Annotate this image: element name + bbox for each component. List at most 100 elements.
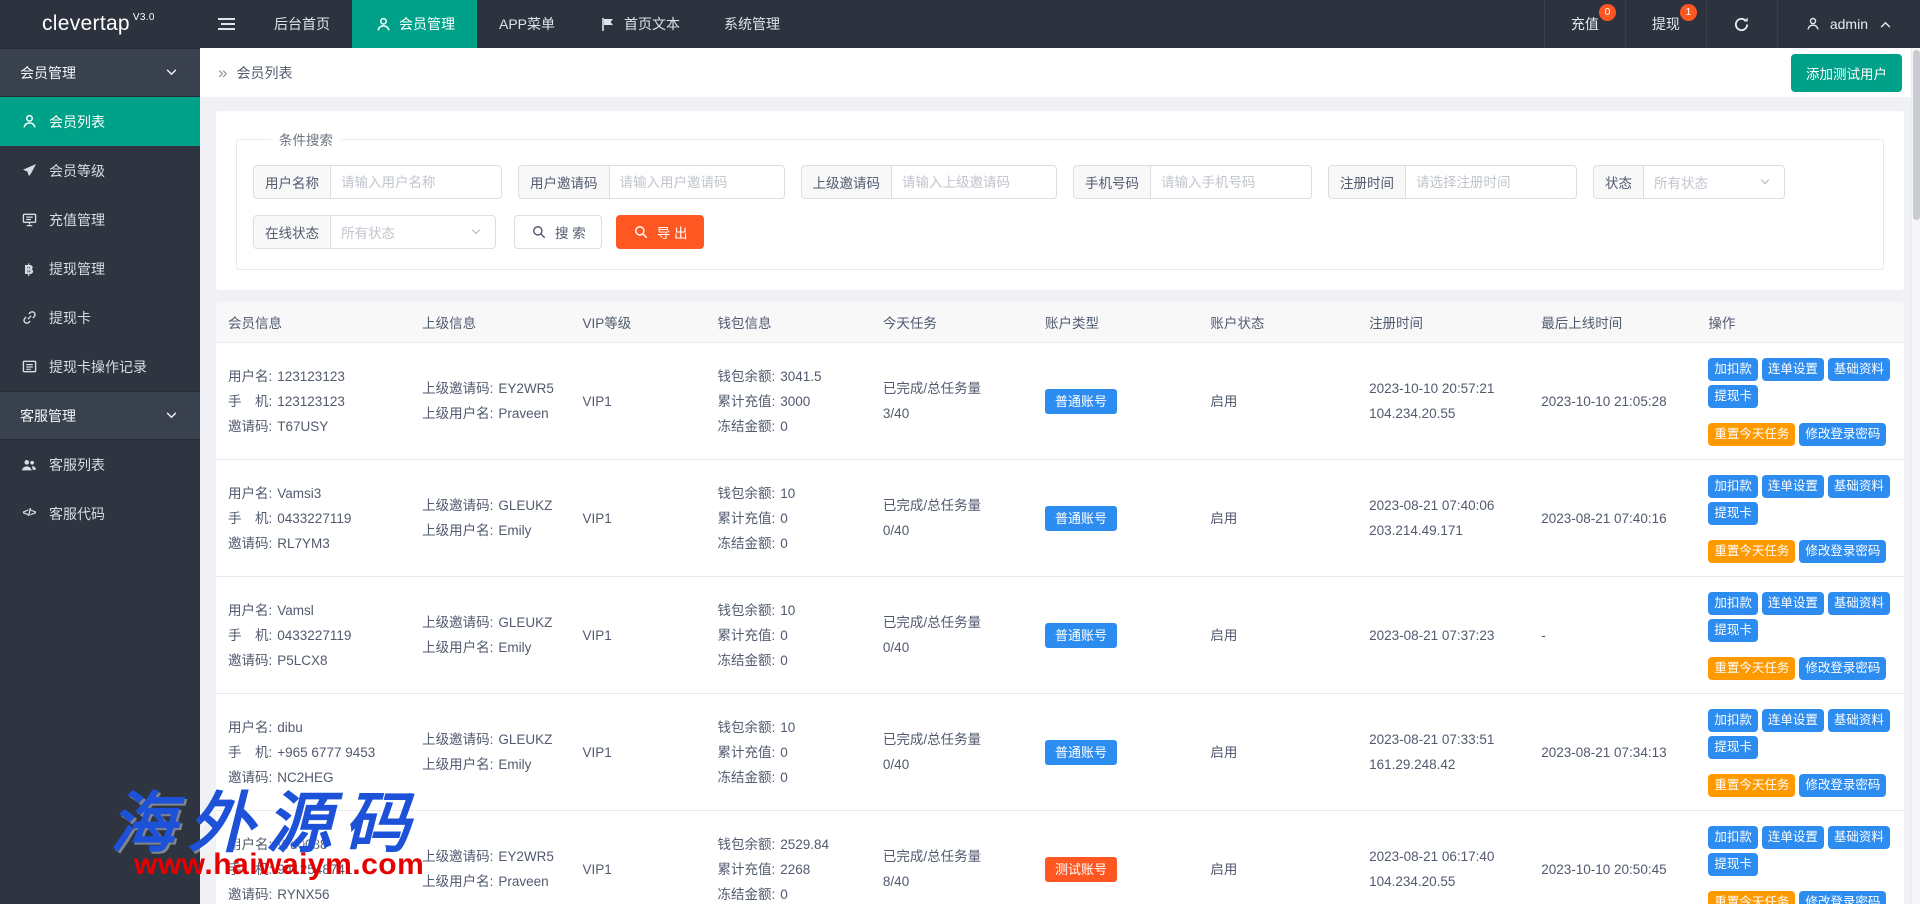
row-action-button[interactable]: 基础资料 [1828, 592, 1890, 615]
search-icon [530, 225, 548, 239]
row-action-button[interactable]: 加扣款 [1708, 475, 1758, 498]
row-action-button[interactable]: 重置今天任务 [1708, 891, 1795, 904]
nav-item-members[interactable]: 会员管理 [352, 0, 477, 48]
parent-invite-code-input[interactable] [891, 165, 1057, 199]
row-action-button[interactable]: 修改登录密码 [1799, 657, 1886, 680]
flag-icon [599, 17, 617, 32]
frozen-amount: 0 [780, 653, 788, 668]
row-action-button[interactable]: 连单设置 [1762, 475, 1824, 498]
row-action-button[interactable]: 基础资料 [1828, 826, 1890, 849]
nav-item-app-menu[interactable]: APP菜单 [477, 0, 577, 48]
main-area: » 会员列表 添加测试用户 条件搜索 用户名称 用户邀请码 上级邀请 [200, 48, 1920, 904]
refresh-button[interactable] [1706, 0, 1777, 48]
wallet-balance: 2529.84 [780, 837, 829, 852]
sidebar-group-support[interactable]: 客服管理 [0, 391, 200, 440]
user-invite-code-input[interactable] [609, 165, 785, 199]
account-status-cell: 启用 [1198, 577, 1357, 694]
row-action-button[interactable]: 基础资料 [1828, 358, 1890, 381]
username-input[interactable] [330, 165, 502, 199]
parent-info-cell: 上级邀请码:EY2WR5 上级用户名:Praveen [410, 811, 570, 904]
withdraw-notification[interactable]: 提现 1 [1625, 0, 1706, 48]
account-type-badge: 普通账号 [1045, 389, 1117, 414]
row-action-button[interactable]: 提现卡 [1708, 385, 1758, 408]
main-menu: 后台首页 会员管理 APP菜单 首页文本 系统管理 [252, 0, 802, 48]
scrollbar-thumb[interactable] [1913, 50, 1920, 220]
register-time: 2023-08-21 07:33:51 [1369, 727, 1517, 752]
row-action-button[interactable]: 连单设置 [1762, 826, 1824, 849]
row-action-button[interactable]: 基础资料 [1828, 475, 1890, 498]
nav-item-dashboard[interactable]: 后台首页 [252, 0, 352, 48]
last-online-time: - [1541, 628, 1546, 643]
table-row: 用户名:123123123 手 机:123123123 邀请码:T67USY 上… [216, 343, 1904, 460]
last-online-cell: 2023-10-10 20:50:45 [1529, 811, 1696, 904]
register-time-input[interactable] [1405, 165, 1577, 199]
row-action-button[interactable]: 提现卡 [1708, 853, 1758, 876]
parent-invite-code: GLEUKZ [498, 732, 552, 747]
parent-invite-code-field-group: 上级邀请码 [801, 165, 1058, 199]
search-button[interactable]: 搜 索 [514, 215, 602, 249]
logo-version: V3.0 [133, 12, 155, 23]
row-action-button[interactable]: 连单设置 [1762, 592, 1824, 615]
content-area: 条件搜索 用户名称 用户邀请码 上级邀请码 手机号码 [200, 97, 1920, 904]
export-button[interactable]: 导 出 [616, 215, 704, 249]
sidebar-item-withdraw-management[interactable]: ฿ 提现管理 [0, 244, 200, 293]
account-type-cell: 普通账号 [1033, 577, 1198, 694]
parent-username: Praveen [498, 406, 548, 421]
operations-cell: 加扣款连单设置基础资料提现卡重置今天任务修改登录密码 [1696, 811, 1904, 904]
task-progress: 3/40 [883, 401, 1021, 426]
hamburger-icon [217, 17, 235, 31]
status-select[interactable]: 所有状态 [1643, 165, 1785, 199]
phone-input[interactable] [1150, 165, 1312, 199]
sidebar-item-withdraw-card-log[interactable]: 提现卡操作记录 [0, 342, 200, 391]
sidebar-toggle-button[interactable] [200, 0, 252, 48]
nav-item-system[interactable]: 系统管理 [702, 0, 802, 48]
parent-info-cell: 上级邀请码:GLEUKZ 上级用户名:Emily [410, 694, 570, 811]
wallet-balance: 10 [780, 720, 795, 735]
sidebar-item-support-list[interactable]: 客服列表 [0, 440, 200, 489]
row-action-button[interactable]: 提现卡 [1708, 736, 1758, 759]
col-vip-level: VIP等级 [570, 302, 705, 343]
row-action-button[interactable]: 连单设置 [1762, 358, 1824, 381]
row-action-button[interactable]: 加扣款 [1708, 826, 1758, 849]
nav-item-home-text[interactable]: 首页文本 [577, 0, 702, 48]
row-action-button[interactable]: 加扣款 [1708, 358, 1758, 381]
row-action-button[interactable]: 重置今天任务 [1708, 774, 1795, 797]
row-action-button[interactable]: 修改登录密码 [1799, 423, 1886, 446]
col-last-online: 最后上线时间 [1529, 302, 1696, 343]
sidebar-item-withdraw-card[interactable]: 提现卡 [0, 293, 200, 342]
row-action-button[interactable]: 重置今天任务 [1708, 657, 1795, 680]
last-online-time: 2023-10-10 21:05:28 [1541, 394, 1666, 409]
row-action-button[interactable]: 重置今天任务 [1708, 540, 1795, 563]
scrollbar[interactable] [1911, 48, 1920, 904]
row-action-button[interactable]: 基础资料 [1828, 709, 1890, 732]
account-type-cell: 普通账号 [1033, 694, 1198, 811]
vip-level-cell: VIP1 [570, 577, 705, 694]
add-test-user-button[interactable]: 添加测试用户 [1791, 54, 1902, 92]
admin-user-menu[interactable]: admin [1777, 0, 1920, 48]
recharge-notification[interactable]: 充值 0 [1544, 0, 1625, 48]
sidebar-item-member-level[interactable]: 会员等级 [0, 146, 200, 195]
row-action-button[interactable]: 修改登录密码 [1799, 891, 1886, 904]
col-account-status: 账户状态 [1198, 302, 1357, 343]
sidebar-item-member-list[interactable]: 会员列表 [0, 97, 200, 146]
row-action-button[interactable]: 提现卡 [1708, 619, 1758, 642]
row-action-button[interactable]: 加扣款 [1708, 709, 1758, 732]
parent-invite-code: EY2WR5 [498, 381, 554, 396]
wallet-balance: 10 [780, 603, 795, 618]
row-action-button[interactable]: 修改登录密码 [1799, 774, 1886, 797]
parent-username: Emily [498, 640, 531, 655]
row-action-button[interactable]: 修改登录密码 [1799, 540, 1886, 563]
member-invite-code: RYNX56 [277, 887, 329, 902]
row-action-button[interactable]: 连单设置 [1762, 709, 1824, 732]
sidebar-item-recharge-management[interactable]: 充值管理 [0, 195, 200, 244]
row-action-button[interactable]: 重置今天任务 [1708, 423, 1795, 446]
chevron-down-icon [162, 69, 180, 76]
total-recharge: 3000 [780, 394, 810, 409]
phone-field-group: 手机号码 [1073, 165, 1312, 199]
sidebar-group-members[interactable]: 会员管理 [0, 48, 200, 97]
register-time-cell: 2023-10-10 20:57:21 104.234.20.55 [1357, 343, 1529, 460]
row-action-button[interactable]: 提现卡 [1708, 502, 1758, 525]
row-action-button[interactable]: 加扣款 [1708, 592, 1758, 615]
sidebar-item-support-code[interactable]: </> 客服代码 [0, 489, 200, 538]
online-status-select[interactable]: 所有状态 [330, 215, 496, 249]
